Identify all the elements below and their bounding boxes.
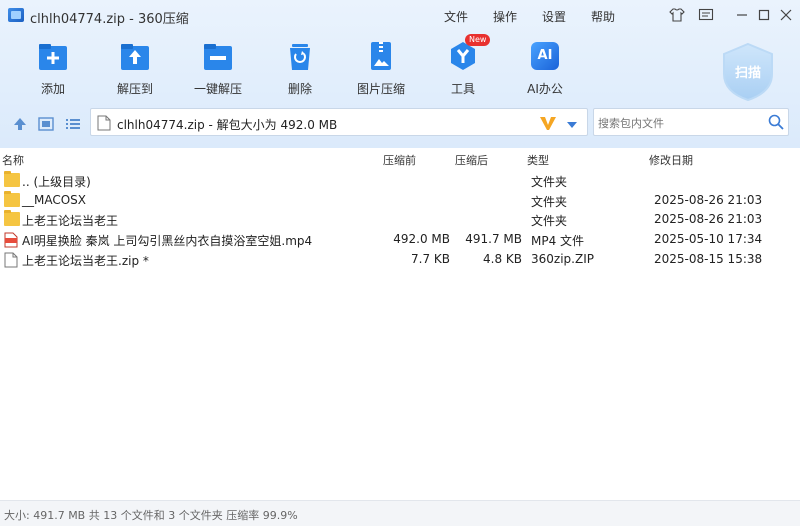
col-name[interactable]: 名称 xyxy=(2,152,24,168)
scan-button[interactable]: 扫描 xyxy=(716,40,780,104)
folder-icon xyxy=(4,191,20,207)
table-row[interactable]: AI明星换脸 秦岚 上司勾引黑丝内衣自摸浴室空姐.mp4 492.0 MB 49… xyxy=(0,230,800,250)
minimize-icon[interactable] xyxy=(733,6,751,24)
col-date[interactable]: 修改日期 xyxy=(649,152,693,168)
image-compress-label: 图片压缩 xyxy=(356,82,405,96)
search-input[interactable] xyxy=(596,113,765,133)
app-logo-icon xyxy=(8,8,24,22)
window-title: clhlh04774.zip - 360压缩 xyxy=(30,12,189,27)
table-row[interactable]: .. (上级目录) 文件夹 xyxy=(0,171,800,191)
extract-to-icon xyxy=(119,40,151,72)
tools-label: 工具 xyxy=(450,82,475,96)
file-date: 2025-05-10 17:34 xyxy=(654,232,763,246)
file-date: 2025-08-15 15:38 xyxy=(654,252,763,266)
folder-icon xyxy=(4,210,20,226)
scan-label: 扫描 xyxy=(734,66,761,81)
file-type: 文件夹 xyxy=(531,195,568,209)
quick-extract-icon xyxy=(202,40,234,72)
table-row[interactable]: __MACOSX 文件夹 2025-08-26 21:03 xyxy=(0,191,800,211)
menu-operate[interactable]: 操作 xyxy=(493,8,517,25)
v-logo-icon[interactable] xyxy=(539,115,557,134)
close-icon[interactable] xyxy=(777,6,795,24)
delete-button[interactable]: 删除 xyxy=(268,36,332,98)
column-header: 名称 压缩前 压缩后 类型 修改日期 xyxy=(0,149,800,169)
extract-to-label: 解压到 xyxy=(116,82,153,96)
file-before: 492.0 MB xyxy=(393,232,450,246)
search-box[interactable] xyxy=(593,108,789,136)
mp4-file-icon xyxy=(4,232,20,248)
folder-up-icon xyxy=(4,171,20,187)
delete-icon xyxy=(284,40,316,72)
up-arrow-icon[interactable] xyxy=(12,116,28,135)
dropdown-arrow-icon[interactable] xyxy=(566,118,578,132)
ai-office-icon-text: AI xyxy=(537,48,553,63)
quick-extract-button[interactable]: 一键解压 xyxy=(186,36,250,98)
col-before[interactable]: 压缩前 xyxy=(383,152,416,168)
image-compress-icon xyxy=(365,40,397,72)
file-type: 文件夹 xyxy=(531,175,568,189)
file-type: 文件夹 xyxy=(531,214,568,228)
file-before: 7.7 KB xyxy=(411,252,450,266)
view-icons-icon[interactable] xyxy=(38,116,54,135)
file-type: 360zip.ZIP xyxy=(531,252,594,266)
col-type[interactable]: 类型 xyxy=(527,152,549,168)
view-list-icon[interactable] xyxy=(65,116,81,135)
tools-button[interactable]: New 工具 xyxy=(431,34,495,98)
extract-to-button[interactable]: 解压到 xyxy=(103,36,167,98)
new-badge: New xyxy=(465,34,491,46)
address-text: clhlh04774.zip - 解包大小为 492.0 MB xyxy=(117,118,338,132)
file-name: __MACOSX xyxy=(22,193,87,207)
menu-help[interactable]: 帮助 xyxy=(591,8,615,25)
table-row[interactable]: 上老王论坛当老王.zip * 7.7 KB 4.8 KB 360zip.ZIP … xyxy=(0,250,800,270)
zip-file-icon xyxy=(97,115,111,134)
ai-office-icon: AI xyxy=(531,42,559,70)
zip-file-icon xyxy=(4,252,20,268)
quick-extract-label: 一键解压 xyxy=(193,82,242,96)
file-date: 2025-08-26 21:03 xyxy=(654,193,763,207)
table-row[interactable]: 上老王论坛当老王 文件夹 2025-08-26 21:03 xyxy=(0,210,800,230)
file-type: MP4 文件 xyxy=(531,234,585,248)
add-label: 添加 xyxy=(40,82,65,96)
status-text: 大小: 491.7 MB 共 13 个文件和 3 个文件夹 压缩率 99.9% xyxy=(4,509,298,522)
ai-office-button[interactable]: AI AI办公 xyxy=(513,36,577,98)
delete-label: 删除 xyxy=(287,82,312,96)
feedback-icon[interactable] xyxy=(697,6,715,24)
file-date: 2025-08-26 21:03 xyxy=(654,212,763,226)
tools-icon: New xyxy=(447,34,491,72)
file-after: 491.7 MB xyxy=(465,232,522,246)
add-icon xyxy=(37,40,69,72)
file-name: 上老王论坛当老王 xyxy=(22,214,119,228)
file-name: .. (上级目录) xyxy=(22,175,91,189)
image-compress-button[interactable]: 图片压缩 xyxy=(349,36,413,98)
status-bar: 大小: 491.7 MB 共 13 个文件和 3 个文件夹 压缩率 99.9% xyxy=(0,500,800,526)
file-name: 上老王论坛当老王.zip * xyxy=(22,254,149,268)
skin-icon[interactable] xyxy=(668,6,686,24)
col-after[interactable]: 压缩后 xyxy=(455,152,488,168)
ai-office-label: AI办公 xyxy=(527,82,563,96)
search-icon[interactable] xyxy=(768,114,784,133)
menu-settings[interactable]: 设置 xyxy=(542,8,566,25)
menu-file[interactable]: 文件 xyxy=(444,8,468,25)
address-bar[interactable]: clhlh04774.zip - 解包大小为 492.0 MB xyxy=(90,108,588,136)
add-button[interactable]: 添加 xyxy=(21,36,85,98)
file-name: AI明星换脸 秦岚 上司勾引黑丝内衣自摸浴室空姐.mp4 xyxy=(22,234,313,248)
maximize-icon[interactable] xyxy=(755,6,773,24)
title-bar: clhlh04774.zip - 360压缩 文件 操作 设置 帮助 xyxy=(0,0,800,30)
file-after: 4.8 KB xyxy=(483,252,522,266)
